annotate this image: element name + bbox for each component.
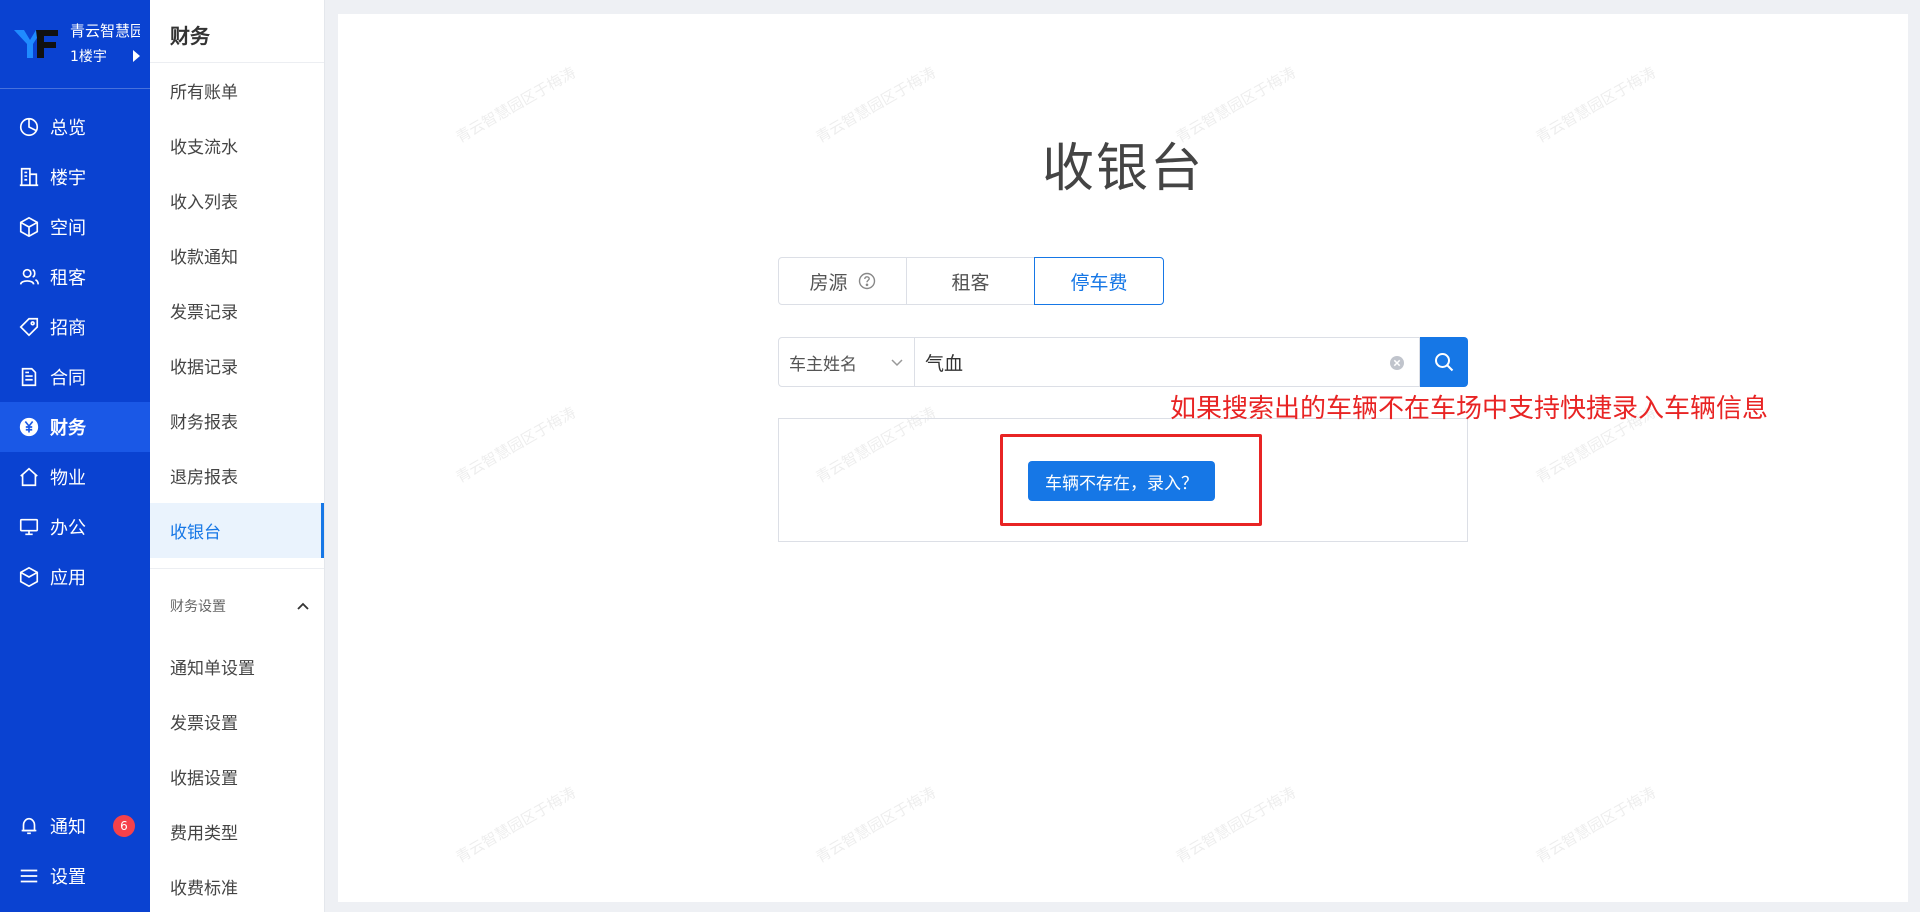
nav-item-contract[interactable]: 合同: [0, 352, 150, 402]
submenu-item-transactions[interactable]: 收支流水: [150, 118, 324, 173]
submenu-item-finance-reports[interactable]: 财务报表: [150, 393, 324, 448]
search-bar: 车主姓名: [778, 337, 1468, 387]
nav-label: 应用: [50, 568, 86, 589]
submenu-item-receipt-settings[interactable]: 收据设置: [150, 749, 324, 804]
app-cube-icon: [18, 566, 40, 588]
tag-icon: [18, 316, 40, 338]
document-icon: [18, 366, 40, 388]
annotation-text: 如果搜索出的车辆不在车场中支持快捷录入车辆信息: [1170, 394, 1769, 424]
select-value: 车主姓名: [789, 354, 857, 375]
submenu-item-payment-notice[interactable]: 收款通知: [150, 228, 324, 283]
submenu-item-cashier[interactable]: 收银台: [150, 503, 324, 558]
nav-item-apps[interactable]: 应用: [0, 552, 150, 602]
watermark: 青云智慧园区于梅涛: [452, 783, 579, 867]
chevron-down-icon: [891, 359, 903, 367]
nav-label: 楼宇: [50, 168, 86, 189]
register-vehicle-button[interactable]: 车辆不存在，录入？: [1028, 461, 1215, 501]
brand-switcher[interactable]: 青云智慧园区 1楼宇: [0, 0, 150, 89]
tab-label: 租客: [951, 271, 990, 294]
users-icon: [18, 266, 40, 288]
watermark: 青云智慧园区于梅涛: [452, 403, 579, 487]
nav-label: 设置: [50, 867, 86, 888]
pie-chart-icon: [18, 116, 40, 138]
home-icon: [18, 466, 40, 488]
caret-right-icon: [133, 50, 140, 62]
nav-item-tenant[interactable]: 租客: [0, 252, 150, 302]
nav-label: 物业: [50, 468, 86, 489]
menu-icon: [18, 865, 40, 887]
search-button[interactable]: [1420, 337, 1468, 387]
app-root: 青云智慧园区 1楼宇 总览 楼宇 空间 租客: [0, 0, 1920, 912]
watermark: 青云智慧园区于梅涛: [1532, 783, 1659, 867]
nav-label: 租客: [50, 268, 86, 289]
submenu-group-finance-settings[interactable]: 财务设置: [170, 596, 310, 616]
tab-tenants[interactable]: 租客: [906, 257, 1035, 305]
tab-label: 停车费: [1070, 271, 1128, 294]
chevron-up-icon: [297, 602, 309, 610]
building-icon: [18, 166, 40, 188]
nav-item-property[interactable]: 物业: [0, 452, 150, 502]
nav-label: 通知: [50, 817, 86, 838]
submenu-title: 财务: [170, 24, 210, 48]
brand-logo: [14, 30, 58, 58]
nav-label: 总览: [50, 118, 86, 139]
watermark: 青云智慧园区于梅涛: [1172, 783, 1299, 867]
tab-label: 房源: [809, 271, 848, 294]
nav-item-space[interactable]: 空间: [0, 202, 150, 252]
nav-label: 办公: [50, 518, 86, 539]
primary-nav: 青云智慧园区 1楼宇 总览 楼宇 空间 租客: [0, 0, 150, 912]
page-title: 收银台: [1041, 139, 1204, 199]
divider: [150, 568, 324, 569]
search-input-wrapper: [915, 337, 1420, 387]
submenu-item-income-list[interactable]: 收入列表: [150, 173, 324, 228]
submenu-item-fee-types[interactable]: 费用类型: [150, 804, 324, 859]
monitor-icon: [18, 516, 40, 538]
notification-badge: 6: [113, 815, 135, 837]
nav-label: 招商: [50, 318, 86, 339]
tab-parking-fee[interactable]: 停车费: [1034, 257, 1164, 305]
finance-submenu: 财务 所有账单 收支流水 收入列表 收款通知 发票记录 收据记录 财务报表 退房…: [150, 0, 325, 912]
submenu-item-notice-settings[interactable]: 通知单设置: [150, 639, 324, 694]
nav-item-building[interactable]: 楼宇: [0, 152, 150, 202]
search-field-select[interactable]: 车主姓名: [778, 337, 915, 387]
submenu-item-checkout-reports[interactable]: 退房报表: [150, 448, 324, 503]
submenu-item-receipt-records[interactable]: 收据记录: [150, 338, 324, 393]
submenu-item-invoice-settings[interactable]: 发票设置: [150, 694, 324, 749]
help-icon[interactable]: [858, 272, 876, 290]
nav-item-office[interactable]: 办公: [0, 502, 150, 552]
search-input[interactable]: [915, 338, 1419, 386]
watermark: 青云智慧园区于梅涛: [812, 783, 939, 867]
nav-item-overview[interactable]: 总览: [0, 102, 150, 152]
yen-icon: [18, 416, 40, 438]
nav-item-settings[interactable]: 设置: [0, 851, 150, 901]
brand-name: 青云智慧园区: [70, 22, 140, 40]
search-icon: [1435, 353, 1454, 372]
nav-item-finance[interactable]: 财务: [0, 402, 150, 452]
nav-item-notify[interactable]: 通知 6: [0, 801, 150, 851]
cashier-tabs: 房源 租客 停车费: [778, 257, 1164, 305]
submenu-group-label: 财务设置: [170, 599, 226, 615]
bell-icon: [18, 815, 40, 837]
tab-rooms[interactable]: 房源: [778, 257, 907, 305]
nav-label: 空间: [50, 218, 86, 239]
cashier-panel: 青云智慧园区于梅涛 青云智慧园区于梅涛 青云智慧园区于梅涛 青云智慧园区于梅涛 …: [338, 14, 1908, 902]
nav-item-leasing[interactable]: 招商: [0, 302, 150, 352]
clear-icon[interactable]: [1389, 355, 1405, 371]
nav-label: 财务: [50, 418, 86, 439]
submenu-item-invoice-records[interactable]: 发票记录: [150, 283, 324, 338]
submenu-item-all-bills[interactable]: 所有账单: [150, 63, 324, 118]
cube-icon: [18, 216, 40, 238]
submenu-item-fee-standards[interactable]: 收费标准: [150, 859, 324, 912]
brand-building: 1楼宇: [70, 49, 107, 65]
nav-label: 合同: [50, 368, 86, 389]
